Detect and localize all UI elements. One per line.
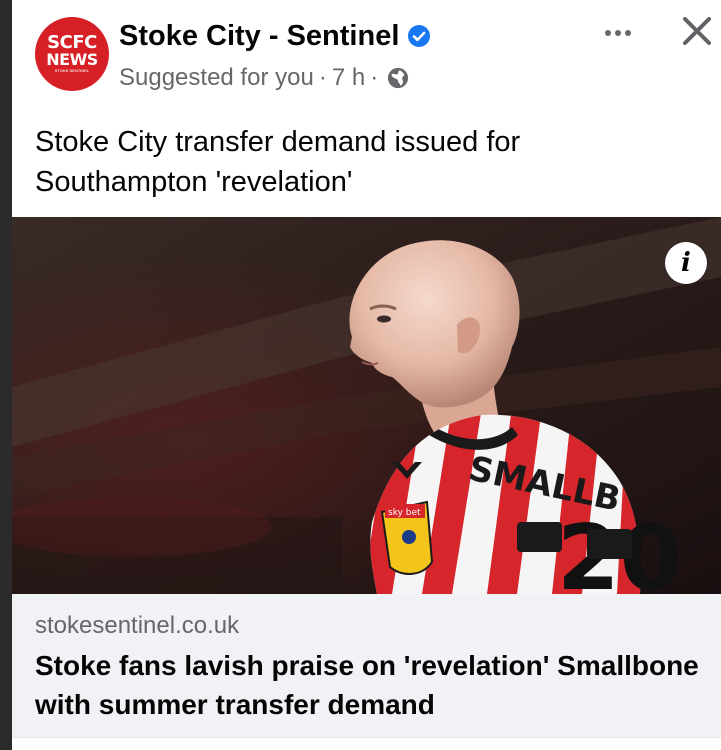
- sleeve-badge: sky bet: [380, 500, 434, 575]
- more-dot-icon: [615, 30, 621, 36]
- post-footer-divider: [12, 737, 721, 750]
- info-button[interactable]: i: [665, 242, 707, 284]
- page-avatar[interactable]: SCFC NEWS STOKE SENTINEL: [35, 17, 109, 91]
- more-options-button[interactable]: [600, 22, 636, 44]
- close-icon[interactable]: [680, 14, 714, 48]
- feed-post: SCFC NEWS STOKE SENTINEL Stoke City - Se…: [12, 0, 721, 750]
- avatar-text-line2: NEWS: [46, 50, 98, 69]
- suggested-label: Suggested for you: [119, 64, 314, 91]
- post-meta: Suggested for you · 7 h ·: [119, 63, 409, 93]
- more-dot-icon: [605, 30, 611, 36]
- post-timestamp[interactable]: 7 h: [332, 63, 365, 93]
- link-title[interactable]: Stoke fans lavish praise on 'revelation'…: [35, 646, 705, 724]
- post-text: Stoke City transfer demand issued for So…: [35, 126, 521, 198]
- screen: SCFC NEWS STOKE SENTINEL Stoke City - Se…: [0, 0, 721, 750]
- meta-separator: ·: [318, 64, 327, 91]
- more-dot-icon: [625, 30, 631, 36]
- background-edge: [0, 0, 12, 750]
- page-name-link[interactable]: Stoke City - Sentinel: [119, 18, 399, 54]
- link-preview-card[interactable]: stokesentinel.co.uk Stoke fans lavish pr…: [12, 594, 721, 737]
- link-domain: stokesentinel.co.uk: [35, 612, 240, 639]
- svg-text:sky bet: sky bet: [388, 508, 421, 518]
- avatar-text-line3: STOKE SENTINEL: [54, 68, 90, 73]
- post-image[interactable]: SMALLB 20 sky bet: [12, 217, 721, 594]
- verified-badge-icon: [408, 25, 431, 47]
- meta-separator: ·: [370, 64, 379, 91]
- player-photo: SMALLB 20 sky bet: [12, 217, 721, 594]
- page-name-row: Stoke City - Sentinel: [119, 18, 431, 54]
- globe-icon[interactable]: [387, 67, 409, 89]
